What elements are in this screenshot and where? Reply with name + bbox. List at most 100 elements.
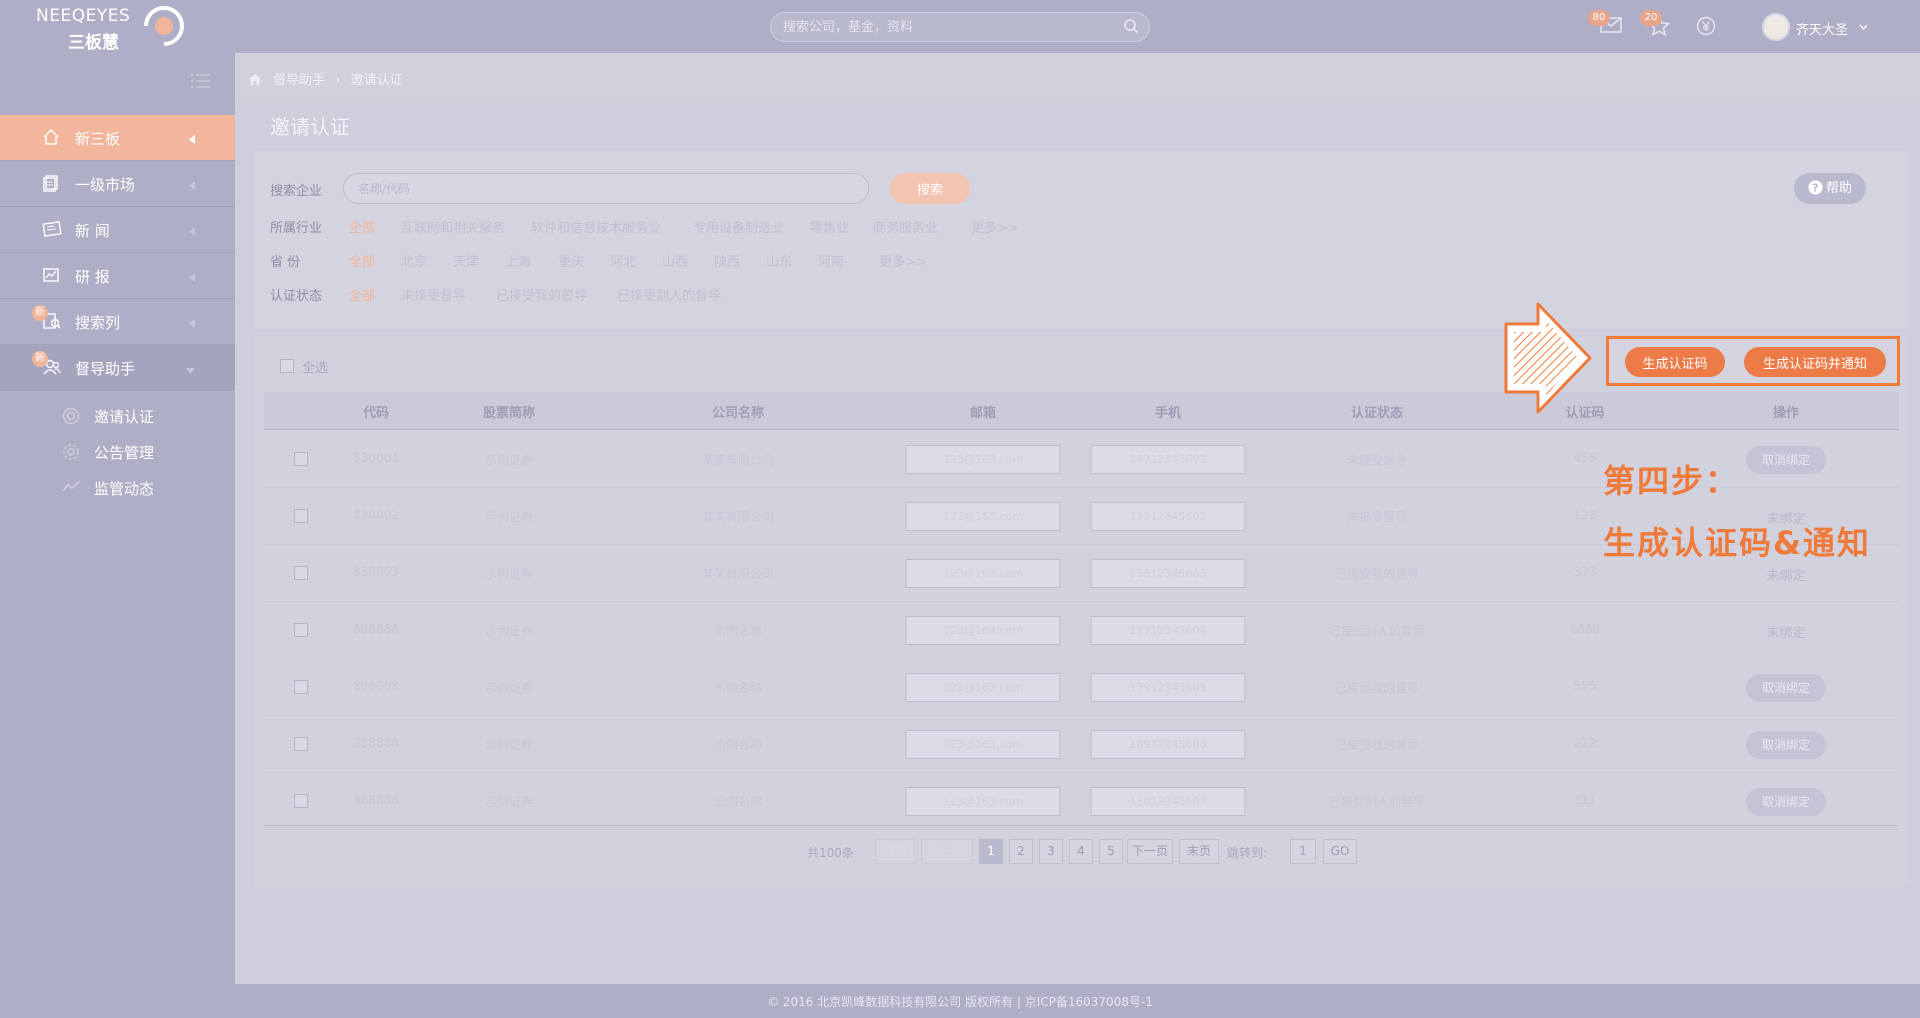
province-option-2[interactable]: 天津 bbox=[453, 251, 479, 270]
row-checkbox[interactable] bbox=[294, 623, 308, 637]
pagination-page-2[interactable]: 2 bbox=[1009, 839, 1033, 864]
global-search-input[interactable] bbox=[781, 16, 1111, 38]
row-checkbox[interactable] bbox=[294, 794, 308, 808]
province-option-4[interactable]: 重庆 bbox=[558, 251, 584, 270]
province-option-3[interactable]: 上海 bbox=[505, 251, 531, 270]
pagination-first[interactable]: 首页 bbox=[875, 839, 915, 864]
menu-toggle-icon[interactable] bbox=[190, 73, 210, 89]
province-option-8[interactable]: 山东 bbox=[766, 251, 792, 270]
unbind-button[interactable]: 取消绑定 bbox=[1746, 788, 1826, 816]
row-checkbox[interactable] bbox=[294, 680, 308, 694]
phone-field[interactable]: 13912345605 bbox=[1090, 673, 1246, 702]
cell-short-name: 示例证券 bbox=[484, 738, 534, 752]
sidebar-item-3[interactable]: 研 报 bbox=[0, 253, 235, 299]
row-checkbox[interactable] bbox=[294, 452, 308, 466]
cell-short-name: 示例证券 bbox=[484, 453, 534, 467]
pagination-prev[interactable]: 上一页 bbox=[921, 839, 973, 864]
trend-icon bbox=[62, 479, 82, 497]
industry-option-6[interactable]: 更多>> bbox=[971, 217, 1019, 236]
phone-field[interactable]: 13812345603 bbox=[1090, 559, 1246, 588]
gear-icon bbox=[62, 443, 80, 465]
company-search-input[interactable] bbox=[356, 179, 846, 199]
help-label: 帮助 bbox=[1825, 181, 1852, 196]
row-checkbox[interactable] bbox=[294, 509, 308, 523]
phone-field[interactable]: 18712345601 bbox=[1090, 445, 1246, 474]
search-button[interactable]: 搜索 bbox=[890, 173, 970, 204]
unbind-button[interactable]: 取消绑定 bbox=[1746, 674, 1826, 702]
pagination-page-5[interactable]: 5 bbox=[1099, 839, 1123, 864]
industry-option-4[interactable]: 零售业 bbox=[810, 217, 849, 236]
unbind-button[interactable]: 取消绑定 bbox=[1746, 731, 1826, 759]
province-option-0[interactable]: 全部 bbox=[349, 251, 375, 270]
email-field[interactable]: 123@163.com bbox=[905, 616, 1061, 645]
chevron-down-icon bbox=[1859, 24, 1868, 30]
email-field[interactable]: 123@163.com bbox=[905, 502, 1061, 531]
pagination-page-4[interactable]: 4 bbox=[1069, 839, 1093, 864]
phone-field[interactable]: 17712345604 bbox=[1090, 616, 1246, 645]
unbound-status: 未绑定 bbox=[1766, 569, 1806, 584]
pagination-page-1[interactable]: 1 bbox=[979, 839, 1003, 864]
industry-option-3[interactable]: 专用设备制造业 bbox=[693, 217, 784, 236]
checkbox[interactable] bbox=[280, 359, 294, 373]
province-option-7[interactable]: 陕西 bbox=[714, 251, 740, 270]
pagination-last[interactable]: 末页 bbox=[1179, 839, 1219, 864]
province-option-1[interactable]: 北京 bbox=[401, 251, 427, 270]
cell-short-name: 示例证券 bbox=[484, 795, 534, 809]
status-label: 认证状态 bbox=[270, 289, 323, 304]
cell-status: 未接受督导 bbox=[1346, 453, 1408, 467]
currency-button[interactable] bbox=[1696, 16, 1716, 40]
column-header-5: 认证状态 bbox=[1350, 406, 1404, 421]
status-option-1[interactable]: 未接受督导 bbox=[401, 285, 466, 304]
select-all-checkbox[interactable] bbox=[280, 359, 294, 377]
phone-field[interactable]: 13012345607 bbox=[1090, 787, 1246, 816]
industry-option-5[interactable]: 商务服务业 bbox=[873, 217, 938, 236]
phone-field[interactable]: 13512345602 bbox=[1090, 502, 1246, 531]
generate-code-button[interactable]: 生成认证码 bbox=[1625, 347, 1725, 377]
phone-field[interactable]: 18912345606 bbox=[1090, 730, 1246, 759]
pagination-go-button[interactable]: GO bbox=[1323, 839, 1357, 864]
email-field[interactable]: 123@163.com bbox=[905, 673, 1061, 702]
unbind-button[interactable]: 取消绑定 bbox=[1746, 446, 1826, 474]
province-option-9[interactable]: 河南 bbox=[818, 251, 844, 270]
status-option-2[interactable]: 已接受我的督导 bbox=[496, 285, 587, 304]
status-option-0[interactable]: 全部 bbox=[349, 285, 375, 304]
breadcrumb-link-supervision[interactable]: 督导助手 bbox=[273, 73, 325, 88]
sidebar-item-0[interactable]: 新三板 bbox=[0, 115, 235, 161]
row-checkbox[interactable] bbox=[294, 566, 308, 580]
sidebar-item-1[interactable]: 一级市场 bbox=[0, 161, 235, 207]
sidebar-item-label: 研 报 bbox=[75, 268, 110, 286]
generate-code-notify-button[interactable]: 生成认证码并通知 bbox=[1744, 347, 1886, 377]
sidebar-item-5[interactable]: 新督导助手 bbox=[0, 345, 235, 391]
help-button[interactable]: ? 帮助 bbox=[1794, 173, 1866, 204]
company-search-field[interactable] bbox=[343, 173, 869, 204]
search-icon[interactable] bbox=[1123, 18, 1139, 34]
logo[interactable]: NEEQEYES 三板慧 bbox=[36, 6, 196, 53]
province-option-5[interactable]: 河北 bbox=[610, 251, 636, 270]
pagination-jump-input[interactable]: 1 bbox=[1290, 839, 1316, 864]
industry-option-0[interactable]: 全部 bbox=[349, 217, 375, 236]
pagination-jump-label: 跳转到: bbox=[1227, 846, 1268, 860]
province-option-10[interactable]: 更多>> bbox=[879, 251, 927, 270]
cell-auth-code: 222 bbox=[1573, 736, 1597, 750]
industry-option-1[interactable]: 互联网和相关服务 bbox=[401, 217, 505, 236]
row-checkbox[interactable] bbox=[294, 737, 308, 751]
chevron-left-icon bbox=[189, 178, 195, 194]
status-option-3[interactable]: 已接受别人的督导 bbox=[617, 285, 721, 304]
sidebar-item-4[interactable]: 新搜索列 bbox=[0, 299, 235, 345]
logo-text: NEEQEYES bbox=[36, 6, 131, 26]
global-search[interactable] bbox=[770, 12, 1150, 42]
pagination-page-3[interactable]: 3 bbox=[1039, 839, 1063, 864]
industry-option-2[interactable]: 软件和信息技术服务业 bbox=[531, 217, 661, 236]
email-field[interactable]: 123@163.com bbox=[905, 559, 1061, 588]
new-badge: 新 bbox=[32, 305, 48, 321]
home-small-icon[interactable] bbox=[249, 74, 261, 85]
email-field[interactable]: 123@163.com bbox=[905, 445, 1061, 474]
chevron-left-icon bbox=[189, 270, 195, 286]
sidebar-item-label: 督导助手 bbox=[75, 360, 136, 378]
table-row: 888888 示例证券 示例名称 123@163.com 13912345605 已接受我… bbox=[264, 659, 1899, 716]
province-option-6[interactable]: 山西 bbox=[662, 251, 688, 270]
email-field[interactable]: 123@163.com bbox=[905, 787, 1061, 816]
sidebar-item-2[interactable]: 新 闻 bbox=[0, 207, 235, 253]
pagination-next[interactable]: 下一页 bbox=[1127, 839, 1173, 864]
email-field[interactable]: 123@163.com bbox=[905, 730, 1061, 759]
